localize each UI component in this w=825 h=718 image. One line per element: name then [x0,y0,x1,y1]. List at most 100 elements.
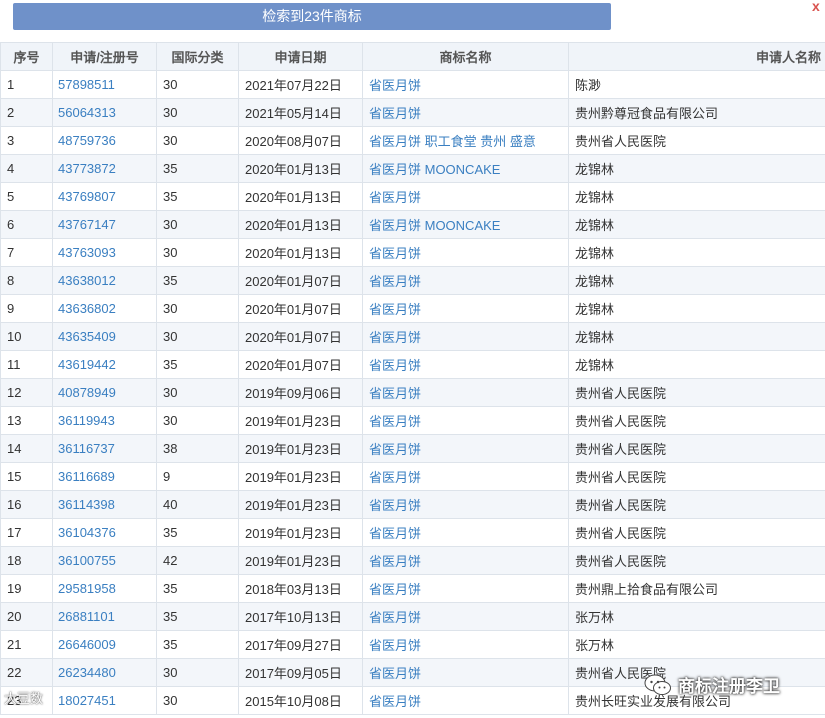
cell-trademark-name[interactable]: 省医月饼 [362,546,569,575]
cell-class: 30 [156,406,239,435]
table-row[interactable]: 6 43767147 30 2020年01月13日 省医月饼 MOONCAKE 龙锦林 [0,210,825,239]
header-registration-number[interactable]: 申请/注册号 [52,42,157,71]
header-class[interactable]: 国际分类 [156,42,239,71]
cell-registration-number[interactable]: 43638012 [52,266,157,295]
cell-trademark-name[interactable]: 省医月饼 [362,434,569,463]
cell-index: 1 [0,70,53,99]
cell-applicant: 龙锦林 [568,210,825,239]
cell-registration-number[interactable]: 36116689 [52,462,157,491]
cell-registration-number[interactable]: 56064313 [52,98,157,127]
table-row[interactable]: 10 43635409 30 2020年01月07日 省医月饼 龙锦林 [0,322,825,351]
cell-registration-number[interactable]: 18027451 [52,686,157,715]
header-applicant[interactable]: 申请人名称 [568,42,825,71]
cell-registration-number[interactable]: 36104376 [52,518,157,547]
table-row[interactable]: 13 36119943 30 2019年01月23日 省医月饼 贵州省人民医院 [0,406,825,435]
cell-trademark-name[interactable]: 省医月饼 [362,630,569,659]
cell-trademark-name[interactable]: 省医月饼 [362,574,569,603]
table-row[interactable]: 19 29581958 35 2018年03月13日 省医月饼 贵州鼎上拾食品有限公司 [0,574,825,603]
cell-trademark-name[interactable]: 省医月饼 [362,238,569,267]
cell-index: 2 [0,98,53,127]
table-row[interactable]: 11 43619442 35 2020年01月07日 省医月饼 龙锦林 [0,350,825,379]
cell-registration-number[interactable]: 40878949 [52,378,157,407]
header-application-date[interactable]: 申请日期 [238,42,363,71]
cell-registration-number[interactable]: 43763093 [52,238,157,267]
cell-registration-number[interactable]: 36116737 [52,434,157,463]
cell-trademark-name[interactable]: 省医月饼 [362,490,569,519]
table-row[interactable]: 15 36116689 9 2019年01月23日 省医月饼 贵州省人民医院 [0,462,825,491]
cell-trademark-name[interactable]: 省医月饼 [362,518,569,547]
table-row[interactable]: 7 43763093 30 2020年01月13日 省医月饼 龙锦林 [0,238,825,267]
table-row[interactable]: 8 43638012 35 2020年01月07日 省医月饼 龙锦林 [0,266,825,295]
cell-applicant: 贵州省人民医院 [568,518,825,547]
cell-registration-number[interactable]: 36114398 [52,490,157,519]
table-row[interactable]: 20 26881101 35 2017年10月13日 省医月饼 张万林 [0,602,825,631]
cell-application-date: 2020年01月13日 [238,238,363,267]
cell-trademark-name[interactable]: 省医月饼 [362,378,569,407]
table-row[interactable]: 9 43636802 30 2020年01月07日 省医月饼 龙锦林 [0,294,825,323]
cell-trademark-name[interactable]: 省医月饼 [362,98,569,127]
cell-index: 10 [0,322,53,351]
cell-index: 6 [0,210,53,239]
cell-registration-number[interactable]: 43769807 [52,182,157,211]
cell-applicant: 龙锦林 [568,322,825,351]
search-results-button[interactable]: 检索到23件商标 [13,3,611,30]
cell-registration-number[interactable]: 43636802 [52,294,157,323]
table-row[interactable]: 16 36114398 40 2019年01月23日 省医月饼 贵州省人民医院 [0,490,825,519]
table-row[interactable]: 21 26646009 35 2017年09月27日 省医月饼 张万林 [0,630,825,659]
close-icon[interactable]: x [812,0,820,14]
cell-registration-number[interactable]: 43635409 [52,322,157,351]
table-row[interactable]: 18 36100755 42 2019年01月23日 省医月饼 贵州省人民医院 [0,546,825,575]
cell-class: 35 [156,518,239,547]
cell-index: 13 [0,406,53,435]
cell-index: 22 [0,658,53,687]
cell-applicant: 贵州省人民医院 [568,546,825,575]
table-row[interactable]: 3 48759736 30 2020年08月07日 省医月饼 职工食堂 贵州 盛意 贵州省… [0,126,825,155]
table-row[interactable]: 1 57898511 30 2021年07月22日 省医月饼 陈渺 [0,70,825,99]
table-row[interactable]: 17 36104376 35 2019年01月23日 省医月饼 贵州省人民医院 [0,518,825,547]
cell-application-date: 2015年10月08日 [238,686,363,715]
cell-trademark-name[interactable]: 省医月饼 [362,462,569,491]
table-row[interactable]: 14 36116737 38 2019年01月23日 省医月饼 贵州省人民医院 [0,434,825,463]
watermark-left-text: 大豆数 [4,691,44,706]
cell-trademark-name[interactable]: 省医月饼 [362,406,569,435]
table-row[interactable]: 5 43769807 35 2020年01月13日 省医月饼 龙锦林 [0,182,825,211]
cell-applicant: 陈渺 [568,70,825,99]
cell-trademark-name[interactable]: 省医月饼 [362,686,569,715]
cell-applicant: 贵州省人民医院 [568,378,825,407]
cell-trademark-name[interactable]: 省医月饼 [362,350,569,379]
cell-registration-number[interactable]: 36100755 [52,546,157,575]
cell-trademark-name[interactable]: 省医月饼 [362,266,569,295]
table-row[interactable]: 2 56064313 30 2021年05月14日 省医月饼 贵州黔尊冠食品有限公司 [0,98,825,127]
cell-class: 30 [156,210,239,239]
cell-trademark-name[interactable]: 省医月饼 [362,70,569,99]
cell-trademark-name[interactable]: 省医月饼 [362,294,569,323]
cell-registration-number[interactable]: 26234480 [52,658,157,687]
cell-trademark-name[interactable]: 省医月饼 MOONCAKE [362,210,569,239]
table-row[interactable]: 12 40878949 30 2019年09月06日 省医月饼 贵州省人民医院 [0,378,825,407]
table-row[interactable]: 4 43773872 35 2020年01月13日 省医月饼 MOONCAKE 龙锦林 [0,154,825,183]
cell-trademark-name[interactable]: 省医月饼 [362,322,569,351]
cell-application-date: 2020年01月07日 [238,266,363,295]
cell-trademark-name[interactable]: 省医月饼 [362,658,569,687]
cell-trademark-name[interactable]: 省医月饼 [362,602,569,631]
cell-registration-number[interactable]: 43767147 [52,210,157,239]
header-index[interactable]: 序号 [0,42,53,71]
cell-registration-number[interactable]: 43773872 [52,154,157,183]
header-trademark-name[interactable]: 商标名称 [362,42,569,71]
cell-trademark-name[interactable]: 省医月饼 职工食堂 贵州 盛意 [362,126,569,155]
cell-registration-number[interactable]: 48759736 [52,126,157,155]
cell-registration-number[interactable]: 26881101 [52,602,157,631]
cell-class: 9 [156,462,239,491]
watermark-left: 大豆数 [4,688,43,707]
cell-trademark-name[interactable]: 省医月饼 [362,182,569,211]
cell-registration-number[interactable]: 57898511 [52,70,157,99]
cell-registration-number[interactable]: 29581958 [52,574,157,603]
cell-applicant: 贵州省人民医院 [568,434,825,463]
cell-index: 21 [0,630,53,659]
cell-application-date: 2020年01月13日 [238,210,363,239]
cell-registration-number[interactable]: 43619442 [52,350,157,379]
cell-registration-number[interactable]: 26646009 [52,630,157,659]
watermark-right: 商标注册李卫 [644,672,780,697]
cell-registration-number[interactable]: 36119943 [52,406,157,435]
cell-trademark-name[interactable]: 省医月饼 MOONCAKE [362,154,569,183]
